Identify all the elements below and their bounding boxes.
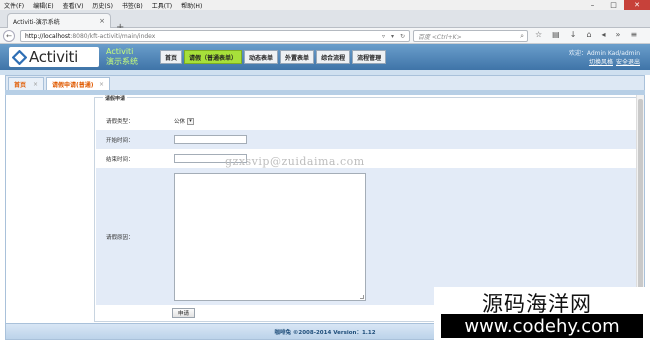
browser-menu-bar: 文件(F) 编辑(E) 查看(V) 历史(S) 书签(B) 工具(T) 帮助(H…: [0, 0, 650, 10]
menu-help[interactable]: 帮助(H): [181, 1, 202, 10]
browser-tab-strip: Activiti-演示系统 × +: [0, 10, 650, 33]
leave-type-value: 公休: [174, 119, 186, 125]
search-placeholder: 百度 <Ctrl+K>: [418, 33, 462, 41]
reload-icon[interactable]: ↻: [400, 33, 405, 40]
menu-tools[interactable]: 工具(T): [152, 1, 172, 10]
menu-view[interactable]: 查看(V): [63, 1, 84, 10]
menu-edit[interactable]: 编辑(E): [33, 1, 53, 10]
window-controls: – □ ✕: [582, 0, 650, 10]
end-time-label: 结束时间：: [106, 156, 134, 163]
back-icon[interactable]: ←: [3, 29, 15, 42]
activiti-logo: Activiti: [9, 47, 99, 67]
menu-bookmarks[interactable]: 书签(B): [122, 1, 143, 10]
form-row-start-time: 开始时间：: [96, 130, 639, 149]
menu-file[interactable]: 文件(F): [4, 1, 24, 10]
maximize-icon[interactable]: □: [603, 0, 624, 10]
submit-button[interactable]: 申请: [172, 308, 195, 318]
app-name-line2: 演示系统: [106, 57, 138, 66]
close-window-icon[interactable]: ✕: [624, 0, 650, 10]
scrollbar-thumb[interactable]: [638, 99, 643, 299]
leave-type-select[interactable]: 公休 ▾: [174, 117, 195, 125]
nav-leave-normal-form[interactable]: 请假（普通表单）: [184, 50, 243, 64]
app-header: Activiti Activiti 演示系统 首页 请假（普通表单） 动态表单 …: [0, 44, 650, 70]
address-bar[interactable]: http://localhost:8080/kft-activiti/main/…: [20, 30, 410, 42]
start-time-input[interactable]: [174, 135, 247, 144]
nav-process-management[interactable]: 流程管理: [352, 50, 387, 64]
form-row-end-time: 结束时间：: [96, 149, 639, 168]
nav-dynamic-form[interactable]: 动态表单: [244, 50, 279, 64]
menu-history[interactable]: 历史(S): [92, 1, 113, 10]
app-main-nav: 首页 请假（普通表单） 动态表单 外置表单 综合流程 流程管理: [160, 50, 387, 64]
switch-style-link[interactable]: 切换风格: [589, 59, 613, 66]
close-icon[interactable]: ×: [99, 81, 104, 88]
pocket-icon[interactable]: ◂: [602, 30, 606, 39]
reason-label: 请假原因：: [106, 234, 134, 241]
shield-icon[interactable]: ▿: [382, 33, 385, 40]
minimize-icon[interactable]: –: [582, 0, 603, 10]
search-input[interactable]: 百度 <Ctrl+K> ⌕: [413, 30, 528, 42]
resize-grip-icon[interactable]: [360, 294, 364, 299]
nav-external-form[interactable]: 外置表单: [280, 50, 315, 64]
star-icon[interactable]: ☆: [535, 30, 542, 39]
url-host: http://localhost: [25, 32, 71, 40]
overflow-icon[interactable]: »: [616, 30, 621, 39]
hamburger-menu-icon[interactable]: ≡: [630, 30, 637, 39]
home-icon[interactable]: ⌂: [586, 30, 591, 39]
app-name: Activiti 演示系统: [106, 47, 138, 67]
page-tab-home-label: 首页: [14, 82, 27, 89]
chevron-down-icon[interactable]: ▾: [187, 117, 195, 125]
browser-tab-title: Activiti-演示系统: [13, 18, 60, 26]
url-path: :8080/kft-activiti/main/index: [70, 32, 156, 40]
form-row-reason: 请假原因：: [96, 168, 639, 305]
search-icon[interactable]: ⌕: [520, 32, 524, 41]
page-tab-leave-request[interactable]: 请假申请(普通) ×: [46, 77, 110, 91]
reason-textarea[interactable]: [174, 172, 366, 301]
browser-nav-bar: ← http://localhost:8080/kft-activiti/mai…: [0, 28, 650, 44]
nav-integrated-process[interactable]: 综合流程: [316, 50, 351, 64]
start-time-label: 开始时间：: [106, 137, 134, 144]
site-badge-url: www.codehy.com: [441, 314, 643, 338]
page-tabs: 首页 × 请假申请(普通) ×: [5, 75, 645, 91]
activiti-logo-icon: [12, 49, 27, 65]
browser-tab[interactable]: Activiti-演示系统 ×: [7, 13, 111, 28]
leave-type-label: 请假类型：: [106, 119, 134, 125]
page-tab-leave-label: 请假申请(普通): [52, 82, 94, 89]
form-row-leave-type: 请假类型： 公休 ▾: [96, 112, 639, 130]
welcome-text: 欢迎：Admin Kad/admin: [568, 50, 640, 57]
reading-list-icon[interactable]: ▤: [552, 30, 560, 39]
user-info: 欢迎：Admin Kad/admin 切换风格 安全退出: [569, 49, 640, 67]
app-name-line1: Activiti: [106, 47, 134, 56]
download-icon[interactable]: ↓: [570, 30, 577, 39]
watermark-text: gzxsvip@zuidaima.com: [225, 155, 365, 168]
tab-close-icon[interactable]: ×: [99, 17, 105, 25]
site-badge: 源码海洋网 www.codehy.com: [434, 287, 648, 340]
footer-text: 咖啡兔 ©2008-2014 Version：1.12: [274, 329, 376, 336]
logout-link[interactable]: 安全退出: [616, 59, 640, 66]
nav-home[interactable]: 首页: [160, 50, 183, 64]
browser-toolbar: ☆ ▤ ↓ ⌂ ◂ » ≡: [535, 30, 637, 39]
page-tab-home[interactable]: 首页 ×: [8, 77, 44, 91]
close-icon[interactable]: ×: [33, 81, 38, 88]
dropdown-icon[interactable]: ▾: [391, 33, 394, 40]
logo-text: Activiti: [29, 48, 78, 66]
form-legend: 请假申请: [103, 95, 128, 102]
